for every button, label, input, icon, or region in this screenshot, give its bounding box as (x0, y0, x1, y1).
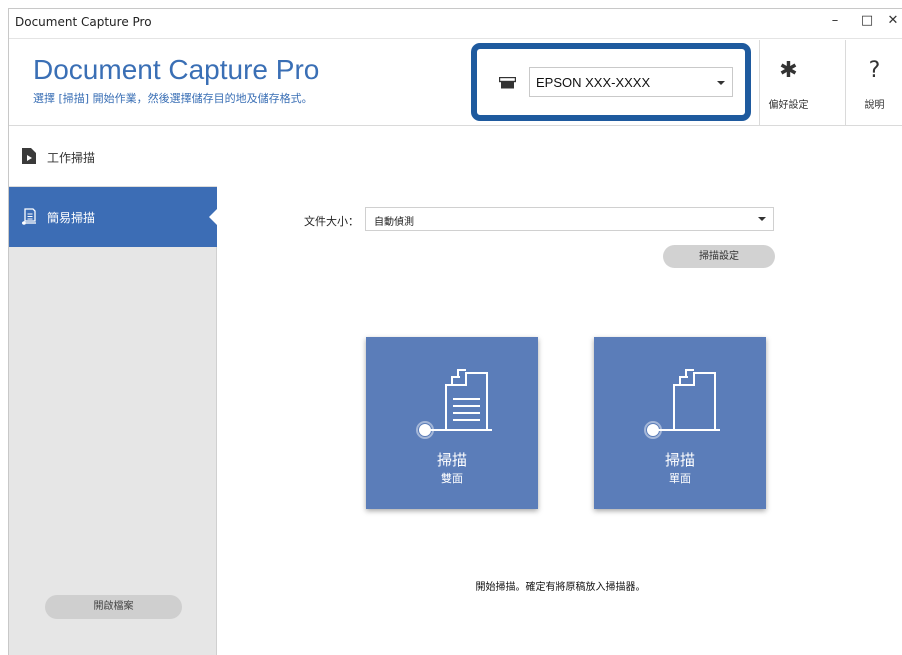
help-label: 說明 (864, 100, 885, 111)
minimize-button[interactable]: – (825, 13, 845, 28)
close-button[interactable]: ✕ (883, 13, 902, 28)
scan-settings-button[interactable]: 掃描設定 (663, 245, 775, 268)
app-window: Document Capture Pro – □ ✕ Document Capt… (8, 8, 902, 655)
simple-scan-icon (22, 208, 36, 225)
simplex-scan-button[interactable]: 掃描 單面 (594, 337, 766, 509)
preferences-label: 偏好設定 (768, 100, 809, 111)
chevron-down-icon (758, 217, 766, 221)
sidebar-item-simple-scan[interactable]: 簡易掃描 (9, 187, 218, 247)
scanner-select-value: EPSON XXX-XXXX (536, 75, 651, 90)
scanner-selector-highlight: EPSON XXX-XXXX (471, 43, 751, 121)
active-indicator (209, 208, 218, 226)
help-button[interactable]: ? 說明 (845, 40, 902, 126)
chevron-down-icon (717, 81, 725, 85)
duplex-scan-title: 掃描 (436, 451, 467, 469)
window-title: Document Capture Pro (15, 15, 152, 29)
sidebar-item-job-scan[interactable]: 工作掃描 (9, 127, 217, 187)
open-file-button[interactable]: 開啟檔案 (45, 595, 182, 619)
scanner-select[interactable]: EPSON XXX-XXXX (529, 67, 733, 97)
duplex-scan-subtitle: 雙面 (441, 472, 463, 485)
title-bar: Document Capture Pro – □ ✕ (9, 9, 902, 39)
preferences-button[interactable]: ✱ 偏好設定 (759, 40, 817, 126)
duplex-scan-button[interactable]: 掃描 雙面 (366, 337, 538, 509)
app-title: Document Capture Pro (33, 54, 320, 85)
scan-hint: 開始掃描。確定有將原稿放入掃描器。 (475, 582, 646, 593)
gear-icon: ✱ (779, 58, 798, 83)
simplex-scan-subtitle: 單面 (669, 472, 691, 485)
sidebar: 工作掃描 簡易掃描 開啟檔案 (9, 127, 218, 655)
scanner-icon (499, 77, 516, 89)
maximize-button[interactable]: □ (857, 13, 877, 28)
sidebar-item-label: 簡易掃描 (47, 211, 96, 225)
help-icon: ? (868, 58, 881, 83)
job-scan-icon (22, 148, 36, 164)
app-subtitle: 選擇 [掃描] 開始作業，然後選擇儲存目的地及儲存格式。 (33, 92, 313, 105)
main-panel: 文件大小： 自動偵測 掃描設定 掃描 雙面 掃描 單面 開始掃描。確定有將原稿放… (218, 127, 902, 655)
simplex-scan-title: 掃描 (664, 451, 695, 469)
document-size-select[interactable]: 自動偵測 (365, 207, 774, 231)
sidebar-item-label: 工作掃描 (47, 151, 96, 165)
header: Document Capture Pro 選擇 [掃描] 開始作業，然後選擇儲存… (9, 40, 902, 126)
document-size-value: 自動偵測 (374, 217, 414, 228)
document-size-label: 文件大小： (304, 215, 359, 228)
